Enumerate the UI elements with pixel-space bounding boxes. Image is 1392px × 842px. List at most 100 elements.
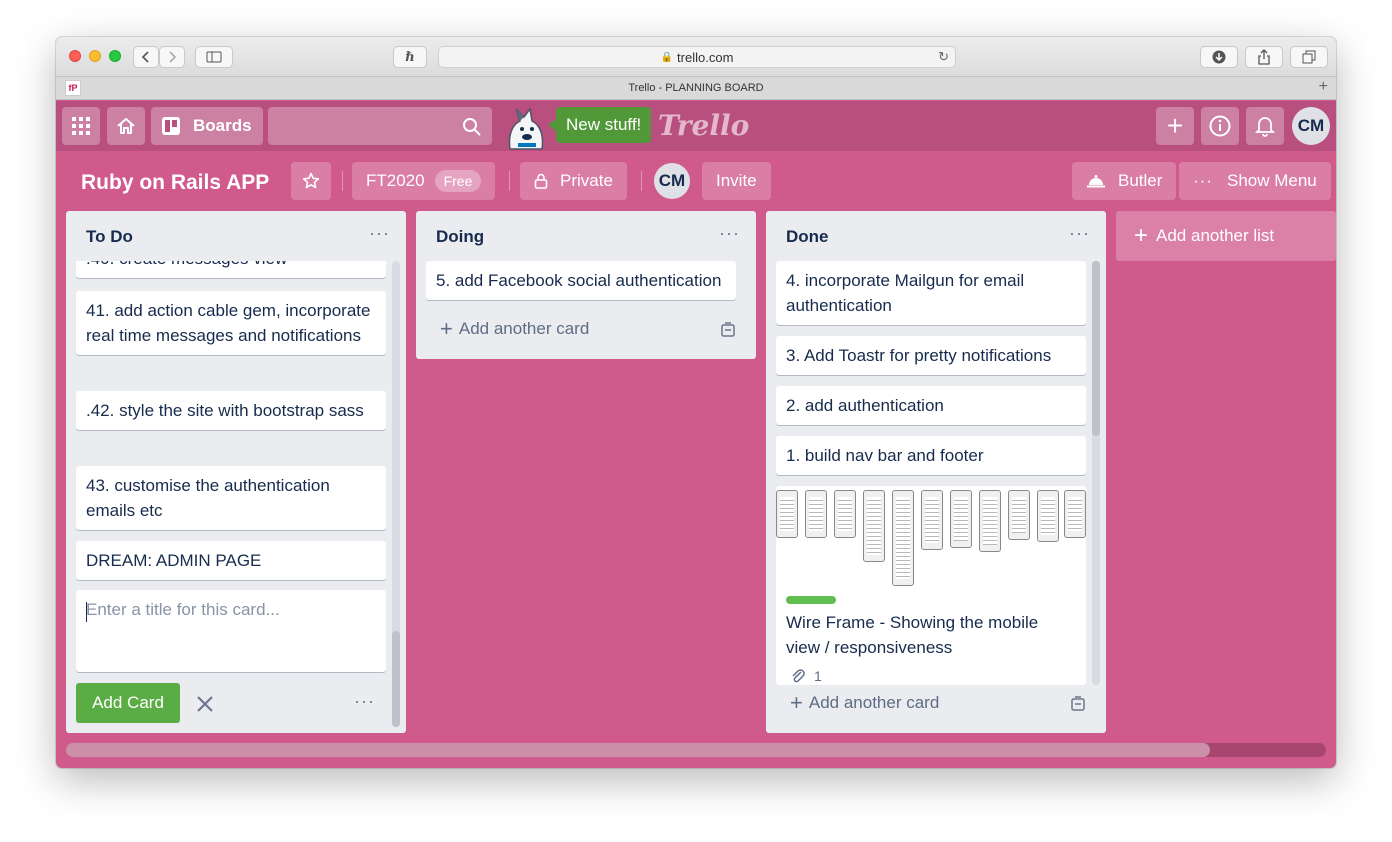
- info-icon: [1209, 115, 1231, 137]
- close-icon[interactable]: [196, 695, 214, 713]
- maximize-window-button[interactable]: [109, 50, 121, 62]
- chevron-left-icon: [141, 51, 149, 63]
- info-button[interactable]: [1201, 107, 1239, 145]
- sidebar-toggle-button[interactable]: [195, 46, 233, 68]
- minimize-window-button[interactable]: [89, 50, 101, 62]
- card-template-icon[interactable]: [1070, 696, 1086, 712]
- card[interactable]: 5. add Facebook social authentication: [426, 261, 736, 300]
- list-title[interactable]: Doing: [436, 227, 484, 247]
- add-another-card-label: Add another card: [458, 319, 590, 338]
- card[interactable]: .40. create messages view: [76, 261, 386, 278]
- wireframe-thumbnail: [1064, 490, 1086, 538]
- member-avatar-initials: CM: [658, 171, 686, 190]
- divider: [509, 171, 510, 191]
- list-scrollbar-thumb[interactable]: [392, 631, 400, 727]
- card-wireframe[interactable]: Wire Frame - Showing the mobile view / r…: [776, 486, 1086, 685]
- wireframe-thumbnail: [979, 490, 1001, 552]
- extension-button[interactable]: ℏ: [393, 46, 427, 68]
- butler-button[interactable]: Butler: [1072, 162, 1177, 200]
- list-done: Done ··· 4. incorporate Mailgun for emai…: [766, 211, 1106, 733]
- create-button[interactable]: +: [1156, 107, 1194, 145]
- bell-icon: [1255, 117, 1275, 137]
- add-another-card-button[interactable]: + Add another card: [440, 316, 590, 341]
- green-label[interactable]: [786, 596, 836, 604]
- card[interactable]: DREAM: ADMIN PAGE: [76, 541, 386, 580]
- close-window-button[interactable]: [69, 50, 81, 62]
- member-avatar[interactable]: CM: [654, 163, 690, 199]
- board-title[interactable]: Ruby on Rails APP: [81, 171, 269, 195]
- card-composer[interactable]: [76, 590, 386, 672]
- card[interactable]: 1. build nav bar and footer: [776, 436, 1086, 475]
- attachments-count: 1: [814, 668, 822, 684]
- user-avatar[interactable]: CM: [1292, 107, 1330, 145]
- wireframe-thumbnail: [805, 490, 827, 538]
- list-menu-icon[interactable]: ···: [719, 223, 740, 244]
- invite-button[interactable]: Invite: [702, 162, 771, 200]
- team-button[interactable]: FT2020 Free: [352, 162, 496, 200]
- card-title-input[interactable]: [86, 600, 376, 620]
- plus-icon: +: [440, 316, 453, 341]
- boards-button[interactable]: Boards: [151, 107, 263, 145]
- plus-icon: +: [790, 690, 803, 715]
- home-icon: [117, 118, 135, 134]
- forward-button[interactable]: [159, 46, 185, 68]
- star-board-button[interactable]: [291, 162, 331, 200]
- divider: [641, 171, 642, 191]
- card-template-icon[interactable]: [720, 322, 736, 338]
- new-stuff-label: New stuff!: [566, 115, 642, 134]
- visibility-button[interactable]: Private: [520, 162, 627, 200]
- downloads-button[interactable]: [1200, 46, 1238, 68]
- address-bar[interactable]: 🔒 trello.com ↻: [438, 46, 956, 68]
- lock-icon: [534, 173, 548, 189]
- trello-logo[interactable]: Trello: [658, 109, 749, 142]
- notifications-button[interactable]: [1246, 107, 1284, 145]
- composer-more-icon[interactable]: ···: [354, 691, 375, 712]
- wireframe-thumbnail: [921, 490, 943, 550]
- star-icon: [302, 172, 320, 189]
- card[interactable]: .42. style the site with bootstrap sass: [76, 391, 386, 430]
- home-button[interactable]: [107, 107, 145, 145]
- tabs-icon: [1302, 50, 1316, 64]
- card[interactable]: 3. Add Toastr for pretty notifications: [776, 336, 1086, 375]
- url-text: trello.com: [677, 49, 734, 65]
- list-todo: To Do ··· .40. create messages view 41. …: [66, 211, 406, 733]
- tabs-overview-button[interactable]: [1290, 46, 1328, 68]
- show-menu-label: Show Menu: [1226, 171, 1317, 190]
- list-menu-icon[interactable]: ···: [1069, 223, 1090, 244]
- list-title[interactable]: Done: [786, 227, 829, 247]
- apps-button[interactable]: [62, 107, 100, 145]
- browser-window: ℏ 🔒 trello.com ↻ fP Trello - PLANNING BO…: [56, 37, 1336, 768]
- text-caret: [86, 602, 87, 622]
- show-menu-button[interactable]: ··· Show Menu: [1179, 162, 1331, 200]
- butler-label: Butler: [1118, 171, 1163, 190]
- card[interactable]: 41. add action cable gem, incorporate re…: [76, 291, 386, 355]
- share-icon: [1258, 49, 1270, 65]
- add-card-button[interactable]: Add Card: [76, 683, 180, 723]
- list-menu-icon[interactable]: ···: [369, 223, 390, 244]
- list-title[interactable]: To Do: [86, 227, 133, 247]
- add-another-card-button[interactable]: + Add another card: [790, 690, 940, 715]
- wireframe-thumbnail: [950, 490, 972, 548]
- share-button[interactable]: [1245, 46, 1283, 68]
- list-scrollbar-thumb[interactable]: [1092, 261, 1100, 436]
- reload-icon[interactable]: ↻: [938, 49, 949, 65]
- boards-icon: [162, 117, 180, 135]
- add-another-list-button[interactable]: + Add another list: [1116, 211, 1336, 261]
- search-input[interactable]: [268, 107, 492, 145]
- trello-header: Boards New stuff! Trello + CM: [56, 101, 1336, 151]
- add-another-card-label: Add another card: [808, 693, 940, 712]
- new-stuff-button[interactable]: New stuff!: [547, 107, 652, 143]
- card[interactable]: 43. customise the authentication emails …: [76, 466, 386, 530]
- card-title: Wire Frame - Showing the mobile view / r…: [786, 613, 1039, 657]
- wireframe-thumbnail: [892, 490, 914, 586]
- divider: [342, 171, 343, 191]
- plus-icon: +: [1166, 110, 1184, 141]
- card[interactable]: 4. incorporate Mailgun for email authent…: [776, 261, 1086, 325]
- paperclip-icon: [792, 669, 805, 683]
- tab-title[interactable]: Trello - PLANNING BOARD: [56, 82, 1336, 94]
- card[interactable]: 2. add authentication: [776, 386, 1086, 425]
- board-scrollbar-thumb[interactable]: [66, 743, 1210, 757]
- new-tab-icon[interactable]: +: [1319, 78, 1328, 96]
- add-card-label: Add Card: [92, 693, 164, 712]
- back-button[interactable]: [133, 46, 159, 68]
